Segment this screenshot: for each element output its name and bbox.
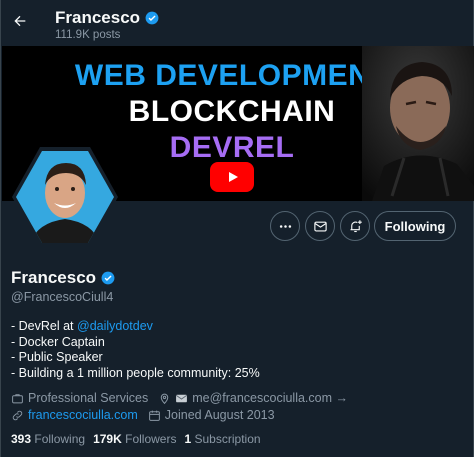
following-button[interactable]: Following (374, 211, 456, 241)
location-pin-icon (160, 393, 169, 404)
banner-line-1: WEB DEVELOPMENT (74, 59, 390, 92)
followers-stat[interactable]: 179K Followers (93, 432, 176, 446)
top-bar: Francesco 111.9K posts (1, 0, 473, 46)
followers-count: 179K (93, 432, 122, 446)
following-label: Following (34, 432, 86, 446)
joined-item: Joined August 2013 (148, 408, 275, 422)
email-emoji-icon (176, 394, 188, 402)
subscriptions-count: 1 (184, 432, 192, 446)
link-icon (12, 410, 23, 420)
category-label: Professional Services (28, 391, 149, 405)
profile-page: Francesco 111.9K posts WEB DEVELOPMENT B… (0, 0, 474, 457)
bio-line-2: - Docker Captain (11, 334, 105, 349)
website-item: francescociulla.com (11, 408, 138, 422)
banner-portrait-image (362, 46, 474, 201)
briefcase-icon (12, 393, 23, 403)
profile-name-row: Francesco (11, 268, 115, 288)
profile-meta-row-2: francescociulla.com Joined August 2013 (11, 408, 275, 422)
subscriptions-stat[interactable]: 1 Subscription (184, 432, 260, 446)
youtube-logo-icon (210, 162, 254, 192)
category-item: Professional Services (11, 391, 148, 405)
verified-badge-icon (101, 271, 115, 285)
following-count: 393 (11, 432, 32, 446)
bell-plus-icon (350, 219, 362, 232)
header-title: Francesco (55, 8, 159, 28)
verified-badge-icon (145, 11, 159, 25)
bio-line-1-text: - DevRel at (11, 319, 77, 333)
profile-bio: - DevRel at @dailydotdev - Docker Captai… (11, 319, 260, 381)
bio-line-3: - Public Speaker (11, 350, 103, 364)
following-stat[interactable]: 393 Following (11, 432, 85, 446)
website-link[interactable]: francescociulla.com (28, 408, 138, 422)
profile-meta-row-1: Professional Services me@francescociulla… (11, 391, 348, 405)
banner-line-2: BLOCKCHAIN (128, 95, 336, 128)
bio-line-1: - DevRel at @dailydotdev (11, 319, 260, 335)
header-name: Francesco (55, 8, 141, 27)
profile-name: Francesco (11, 268, 97, 287)
profile-avatar[interactable] (10, 145, 120, 249)
message-button[interactable] (305, 211, 335, 241)
envelope-icon (313, 221, 327, 231)
back-button[interactable] (7, 8, 33, 34)
subscriptions-label: Subscription (194, 432, 261, 446)
more-icon (279, 224, 291, 228)
posts-count: 111.9K posts (55, 29, 121, 41)
joined-date: Joined August 2013 (164, 408, 275, 422)
more-button[interactable] (270, 211, 300, 241)
email-text: me@francescociulla.com → (192, 391, 348, 405)
profile-handle: @FrancescoCiull4 (11, 290, 114, 304)
arrow-left-icon (14, 15, 26, 27)
bio-line-4: - Building a 1 million people community:… (11, 365, 260, 380)
notifications-button[interactable] (340, 211, 370, 241)
location-item: me@francescociulla.com → (158, 391, 348, 405)
profile-stats: 393 Following 179K Followers 1 Subscript… (11, 432, 261, 446)
dailydotdev-link[interactable]: @dailydotdev (77, 319, 153, 333)
calendar-icon (148, 410, 160, 421)
followers-label: Followers (125, 432, 177, 446)
